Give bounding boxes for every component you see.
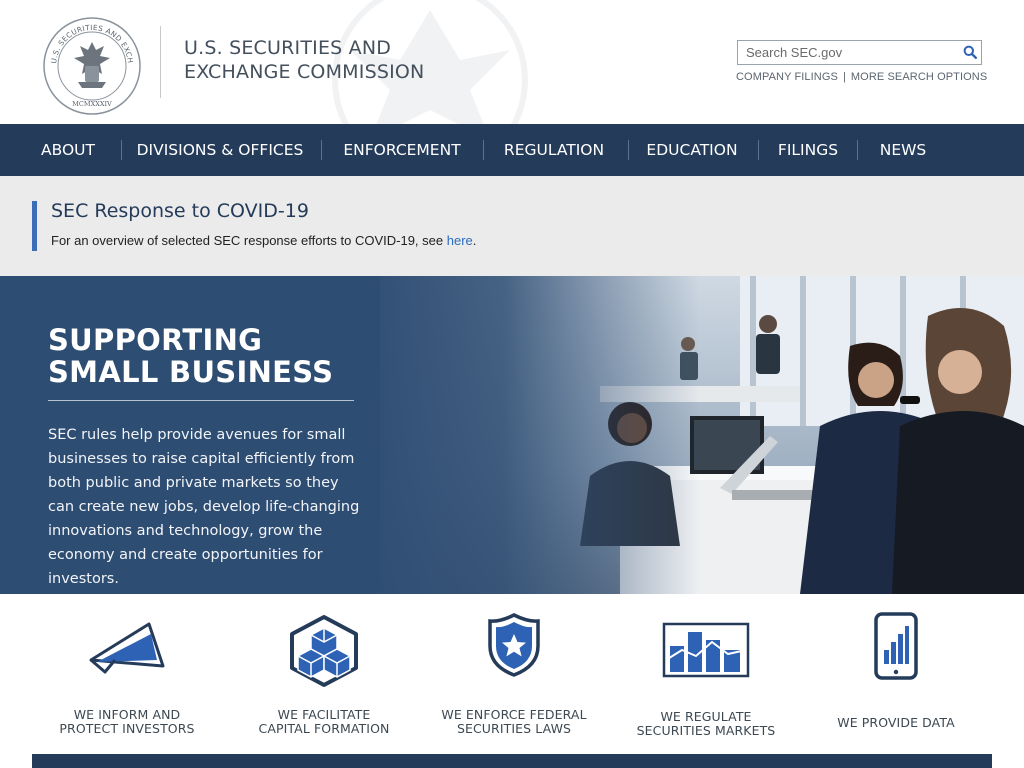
hero-banner: SUPPORTING SMALL BUSINESS SEC rules help… — [0, 276, 1024, 594]
nav-item-about[interactable]: ABOUT — [18, 124, 118, 176]
mobile-chart-icon — [874, 612, 918, 680]
search-icon — [963, 45, 978, 59]
tile-label-line1: WE ENFORCE FEDERAL — [441, 707, 587, 722]
tile-label-line1: WE REGULATE — [660, 709, 752, 724]
svg-text:MCMXXXIV: MCMXXXIV — [72, 100, 112, 108]
tile-label: WE ENFORCE FEDERAL SECURITIES LAWS — [425, 708, 603, 736]
tile-label: WE FACILITATE CAPITAL FORMATION — [238, 708, 410, 736]
megaphone-icon — [89, 622, 165, 674]
tile-regulate-securities-markets[interactable]: WE REGULATE SECURITIES MARKETS — [627, 602, 785, 752]
tile-label-line2: CAPITAL FORMATION — [258, 721, 390, 736]
company-filings-link[interactable]: COMPANY FILINGS — [736, 71, 838, 83]
nav-item-education[interactable]: EDUCATION — [636, 124, 748, 176]
nav-separator — [121, 140, 122, 160]
notice-accent-bar — [32, 201, 37, 251]
tile-label-line1: WE FACILITATE — [277, 707, 371, 722]
search-button[interactable] — [961, 44, 979, 62]
tile-provide-data[interactable]: WE PROVIDE DATA — [800, 602, 992, 752]
notice-body: For an overview of selected SEC response… — [51, 233, 447, 248]
search-box — [737, 40, 982, 65]
notice-period: . — [472, 233, 477, 248]
covid-notice: SEC Response to COVID-19 For an overview… — [0, 176, 1024, 276]
notice-text: For an overview of selected SEC response… — [51, 233, 476, 248]
tile-label-line1: WE PROVIDE DATA — [837, 715, 955, 730]
nav-item-enforcement[interactable]: ENFORCEMENT — [329, 124, 475, 176]
shield-star-icon — [488, 613, 540, 677]
agency-name[interactable]: U.S. SECURITIES AND EXCHANGE COMMISSION — [184, 36, 484, 84]
nav-separator — [321, 140, 322, 160]
tile-label-line1: WE INFORM AND — [73, 707, 181, 722]
tile-label-line2: SECURITIES MARKETS — [636, 723, 776, 738]
site-header: U.S. SECURITIES AND EXCHANGE COMMISSION … — [0, 0, 1024, 124]
nav-item-divisions-offices[interactable]: DIVISIONS & OFFICES — [126, 124, 314, 176]
nav-item-news[interactable]: NEWS — [868, 124, 938, 176]
tile-facilitate-capital-formation[interactable]: WE FACILITATE CAPITAL FORMATION — [238, 602, 410, 752]
nav-separator — [628, 140, 629, 160]
cubes-icon — [290, 615, 358, 687]
agency-name-line2: EXCHANGE COMMISSION — [184, 61, 425, 83]
more-search-options-link[interactable]: MORE SEARCH OPTIONS — [851, 71, 987, 83]
search-links: COMPANY FILINGS | MORE SEARCH OPTIONS — [736, 71, 987, 83]
nav-separator — [857, 140, 858, 160]
notice-here-link[interactable]: here — [447, 233, 473, 248]
hero-heading: SUPPORTING SMALL BUSINESS — [48, 323, 334, 389]
tile-label-line2: PROTECT INVESTORS — [59, 721, 195, 736]
main-nav: ABOUT DIVISIONS & OFFICES ENFORCEMENT RE… — [0, 124, 1024, 176]
nav-separator — [758, 140, 759, 160]
mission-tiles: WE INFORM AND PROTECT INVESTORS WE FACIL… — [0, 594, 1024, 768]
tile-inform-protect-investors[interactable]: WE INFORM AND PROTECT INVESTORS — [30, 602, 224, 752]
notice-title: SEC Response to COVID-19 — [51, 200, 309, 222]
footer-bar — [32, 754, 992, 768]
hero-description: SEC rules help provide avenues for small… — [48, 427, 360, 587]
search-input[interactable] — [738, 41, 960, 64]
header-divider — [160, 26, 161, 98]
nav-separator — [483, 140, 484, 160]
link-separator: | — [842, 71, 846, 83]
tile-label: WE REGULATE SECURITIES MARKETS — [627, 710, 785, 738]
nav-item-filings[interactable]: FILINGS — [772, 124, 844, 176]
bar-chart-icon — [662, 622, 750, 678]
hero-divider — [48, 400, 354, 401]
tile-label: WE PROVIDE DATA — [800, 716, 992, 730]
agency-name-line1: U.S. SECURITIES AND — [184, 37, 392, 59]
nav-item-regulation[interactable]: REGULATION — [491, 124, 617, 176]
sec-seal-logo[interactable]: U.S. SECURITIES AND EXCHANGE COMMISSION … — [42, 16, 142, 116]
tile-label: WE INFORM AND PROTECT INVESTORS — [30, 708, 224, 736]
tile-enforce-securities-laws[interactable]: WE ENFORCE FEDERAL SECURITIES LAWS — [425, 602, 603, 752]
tile-label-line2: SECURITIES LAWS — [456, 721, 572, 736]
